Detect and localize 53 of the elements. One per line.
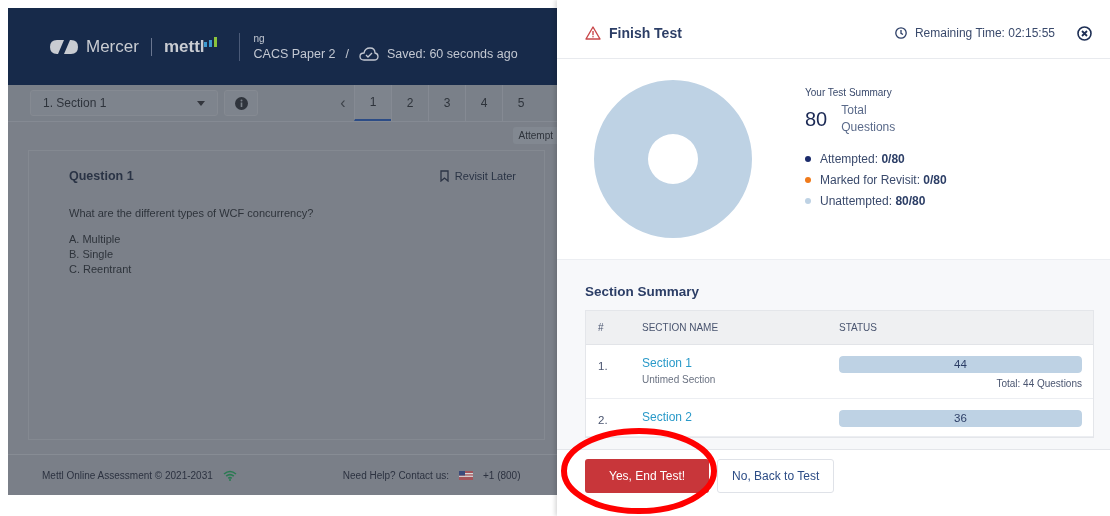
remaining-time: Remaining Time: 02:15:55	[914, 26, 1055, 40]
breadcrumb-separator: /	[345, 46, 349, 61]
column-header: #	[597, 322, 605, 333]
wifi-icon	[222, 469, 237, 481]
copyright-text: Mettl Online Assessment © 2021-2031	[42, 469, 213, 481]
warning-icon	[585, 26, 601, 40]
legend-label: Attempted: 0/80	[820, 152, 905, 166]
phone-number: +1 (800)	[482, 469, 521, 481]
legend-label: Unattempted: 80/80	[820, 194, 926, 208]
section-link[interactable]: Section 2	[642, 410, 839, 424]
column-header: STATUS	[839, 322, 878, 333]
total-count: 80	[805, 108, 828, 131]
answer-option: C. Reentrant	[69, 263, 516, 275]
bar-chart-icon	[202, 34, 219, 47]
back-to-test-button[interactable]: No, Back to Test	[717, 459, 835, 493]
flag-icon	[458, 470, 473, 480]
summary-title: Your Test Summary	[805, 87, 893, 98]
revisit-later-link[interactable]: Revisit Later	[454, 170, 516, 182]
total-questions: Total: 44 Questions	[996, 378, 1082, 389]
section-subtitle: Untimed Section	[642, 374, 717, 385]
row-number: 2.	[597, 413, 609, 427]
question-count: 36	[953, 412, 968, 424]
cloud-icon	[359, 46, 379, 61]
info-icon	[234, 96, 248, 110]
question-tab[interactable]: 1	[354, 85, 391, 121]
save-status: Saved: 60 seconds ago	[387, 46, 518, 61]
clock-icon	[894, 27, 907, 39]
question-text: What are the different types of WCF concurrency?	[69, 207, 315, 219]
section-dropdown[interactable]: 1. Section 1	[30, 90, 218, 116]
row-number: 1.	[597, 359, 609, 374]
caret-icon	[197, 100, 205, 106]
section-summary-title: Section Summary	[585, 284, 701, 299]
previous-page-button[interactable]: ‹	[332, 94, 354, 112]
question-title: Question 1	[69, 169, 134, 183]
tooltip: Attempt	[512, 127, 557, 144]
answer-option: B. Single	[69, 248, 516, 260]
legend-label: Marked for Revisit: 0/80	[820, 173, 947, 187]
question-count: 44	[953, 358, 968, 370]
logo-icon	[48, 37, 80, 56]
dialog-title: Finish Test	[609, 25, 682, 41]
section-link[interactable]: Section 1	[642, 356, 839, 370]
close-button[interactable]	[1077, 25, 1092, 41]
bookmark-icon	[439, 170, 449, 182]
end-test-button[interactable]: Yes, End Test!	[585, 459, 710, 493]
column-header: SECTION NAME	[642, 322, 720, 333]
user-name: ng	[253, 32, 266, 44]
total-label: Total Questions	[841, 102, 897, 136]
logo-text: Mercer	[86, 36, 139, 57]
logo-text: mettl	[163, 36, 205, 57]
answer-option: A. Multiple	[69, 233, 516, 245]
help-text: Need Help? Contact us:	[342, 469, 449, 481]
test-name: CACS Paper 2	[253, 46, 336, 61]
info-button[interactable]	[224, 90, 258, 116]
